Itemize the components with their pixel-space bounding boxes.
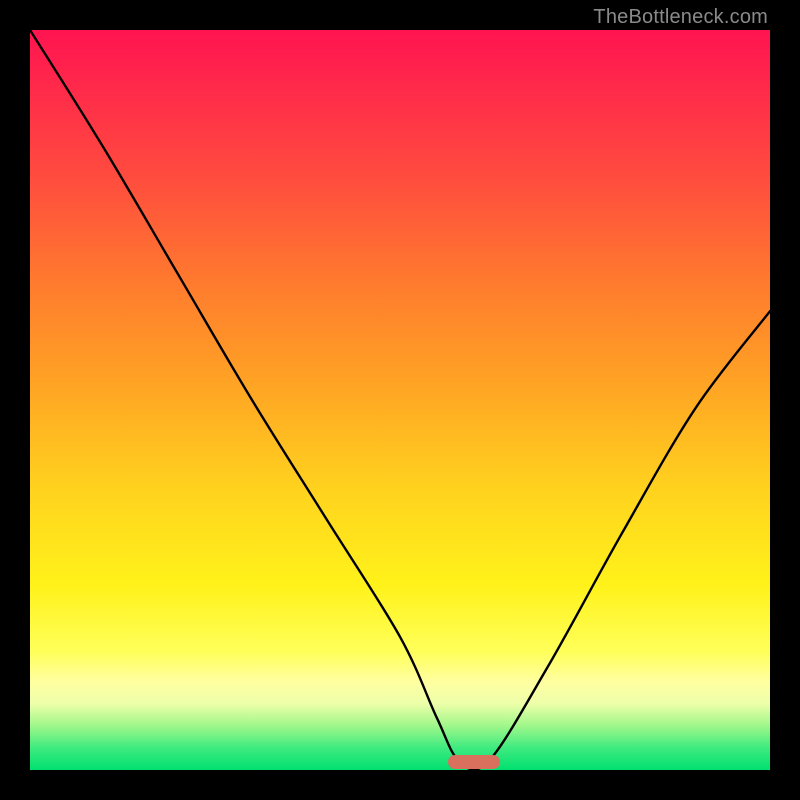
bottleneck-curve [0, 0, 800, 800]
curve-path [30, 30, 770, 770]
watermark-text: TheBottleneck.com [593, 6, 768, 29]
optimal-marker-pill [448, 755, 500, 769]
chart-frame: TheBottleneck.com [0, 0, 800, 800]
